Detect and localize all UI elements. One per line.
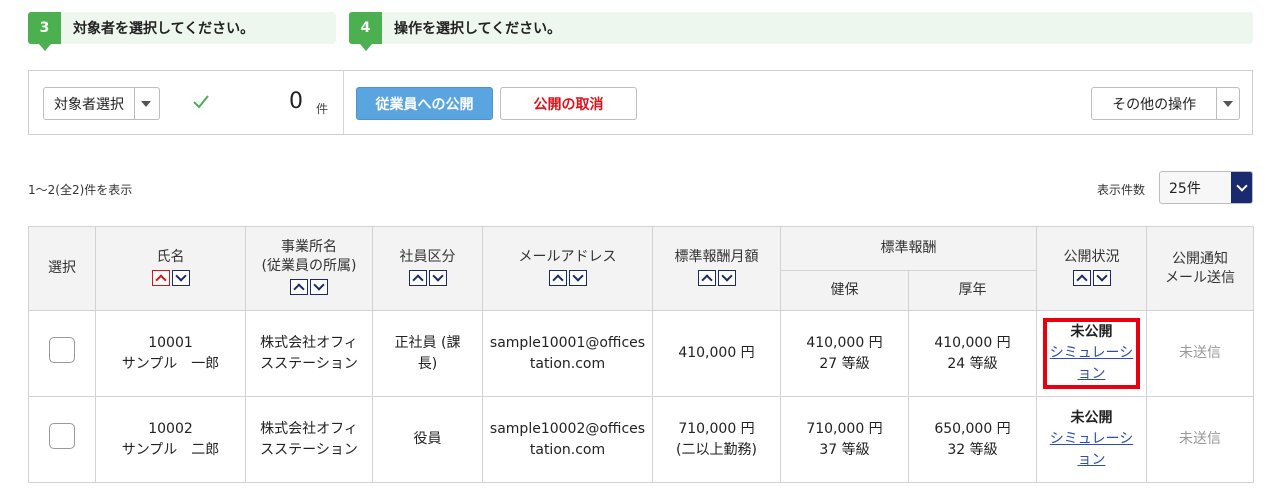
sort-desc-icon[interactable] — [717, 269, 736, 286]
row-checkbox[interactable] — [49, 337, 75, 363]
header-standard-pay: 標準報酬 — [780, 226, 1037, 271]
header-email: メールアドレス — [482, 226, 653, 311]
employee-table: 選択 氏名 事業所名 (従業員の所属) 社員区分 メールアドレス 標準報酬月額 … — [28, 226, 1254, 483]
sort-desc-icon[interactable] — [1092, 269, 1111, 286]
header-select: 選択 — [28, 226, 96, 311]
pension-cell: 410,000 円 24 等級 — [908, 310, 1037, 397]
step-4-header: 4 操作を選択してください。 — [349, 12, 1253, 51]
employee-type-sort — [408, 269, 447, 286]
publish-status: 未公開 — [1070, 410, 1113, 426]
office-cell: 株式会社オフィ スステーション — [245, 310, 373, 397]
monthly-pay-cell: 710,000 円 (二以上勤務) — [652, 396, 781, 483]
step-3-text: 対象者を選択してください。 — [73, 21, 255, 37]
header-pension: 厚年 — [908, 270, 1037, 311]
publish-status: 未公開 — [1070, 324, 1113, 340]
chevron-down-icon[interactable] — [135, 88, 157, 119]
sort-asc-icon[interactable] — [408, 269, 427, 286]
per-page-label: 表示件数 — [1097, 183, 1146, 197]
health-cell: 410,000 円 27 等級 — [780, 310, 909, 397]
chevron-down-icon[interactable] — [1217, 88, 1239, 119]
step-4-text: 操作を選択してください。 — [394, 21, 562, 37]
name-sort — [151, 269, 190, 286]
step-4-number: 4 — [349, 12, 382, 51]
employee-type-cell: 正社員 (課 長) — [372, 310, 483, 397]
header-employee-type: 社員区分 — [372, 226, 483, 311]
sort-asc-icon[interactable] — [548, 269, 567, 286]
target-select-dropdown[interactable]: 対象者選択 — [43, 87, 160, 120]
office-cell: 株式会社オフィ スステーション — [245, 396, 373, 483]
header-office: 事業所名 (従業員の所属) — [245, 226, 373, 311]
result-range-text: 1〜2(全2)件を表示 — [28, 183, 133, 197]
employee-id: 10001 — [148, 334, 193, 351]
sort-asc-icon[interactable] — [151, 269, 170, 286]
target-select-label[interactable]: 対象者選択 — [44, 88, 135, 119]
sort-desc-icon[interactable] — [568, 269, 587, 286]
table-row: 10001 サンプル 一郎 株式会社オフィ スステーション 正社員 (課 長) … — [28, 310, 1254, 397]
monthly-pay-cell: 410,000 円 — [652, 310, 781, 397]
toolbar-divider — [343, 71, 344, 134]
name-cell: 10002 サンプル 二郎 — [95, 396, 246, 483]
pension-cell: 650,000 円 32 等級 — [908, 396, 1037, 483]
status-sort — [1072, 269, 1111, 286]
row-select-cell — [28, 310, 96, 397]
monthly-pay-sort — [697, 269, 736, 286]
selected-count-unit: 件 — [316, 102, 329, 116]
cancel-publish-button[interactable]: 公開の取消 — [500, 87, 637, 120]
step-3-header: 3 対象者を選択してください。 — [28, 12, 336, 51]
status-cell: 未公開 シミュレーシ ョン — [1036, 396, 1147, 483]
step-3-number: 3 — [28, 12, 61, 51]
email-cell: sample10001@offices tation.com — [482, 310, 653, 397]
employee-name: サンプル 二郎 — [121, 441, 220, 458]
highlight-box: 未公開 シミュレーシ ョン — [1042, 318, 1141, 389]
header-name: 氏名 — [95, 226, 246, 311]
publish-to-employees-button[interactable]: 従業員への公開 — [356, 87, 493, 120]
sort-asc-icon[interactable] — [290, 279, 308, 295]
email-cell: sample10002@offices tation.com — [482, 396, 653, 483]
header-health: 健保 — [780, 270, 909, 311]
employee-type-cell: 役員 — [372, 396, 483, 483]
health-cell: 710,000 円 37 等級 — [780, 396, 909, 483]
selected-count: 0 — [289, 89, 303, 114]
notify-cell: 未送信 — [1146, 396, 1254, 483]
chevron-down-icon[interactable] — [1231, 172, 1252, 203]
header-notify-mail: 公開通知 メール送信 — [1146, 226, 1254, 311]
email-sort — [548, 269, 587, 286]
notify-cell: 未送信 — [1146, 310, 1254, 397]
simulation-link[interactable]: シミュレーシ ョン — [1037, 429, 1146, 471]
sort-desc-icon[interactable] — [171, 269, 190, 286]
table-row: 10002 サンプル 二郎 株式会社オフィ スステーション 役員 sample1… — [28, 396, 1254, 483]
sort-asc-icon[interactable] — [697, 269, 716, 286]
per-page-value[interactable]: 25件 — [1160, 178, 1231, 198]
employee-name: サンプル 一郎 — [121, 355, 220, 372]
per-page-select[interactable]: 25件 — [1159, 171, 1253, 204]
other-operations-label[interactable]: その他の操作 — [1092, 88, 1218, 119]
other-operations-dropdown[interactable]: その他の操作 — [1091, 87, 1240, 120]
status-cell: 未公開 シミュレーシ ョン — [1036, 310, 1147, 397]
sort-asc-icon[interactable] — [1072, 269, 1091, 286]
name-cell: 10001 サンプル 一郎 — [95, 310, 246, 397]
header-status: 公開状況 — [1036, 226, 1147, 311]
row-checkbox[interactable] — [49, 423, 75, 449]
check-icon — [193, 95, 209, 109]
office-sort — [290, 279, 328, 295]
action-toolbar: 対象者選択 0 件 従業員への公開 公開の取消 その他の操作 — [28, 70, 1253, 135]
header-monthly-pay: 標準報酬月額 — [652, 226, 781, 311]
simulation-link[interactable]: シミュレーシ ョン — [1050, 343, 1133, 385]
sort-desc-icon[interactable] — [310, 279, 328, 295]
sort-desc-icon[interactable] — [428, 269, 447, 286]
row-select-cell — [28, 396, 96, 483]
employee-id: 10002 — [148, 420, 193, 437]
